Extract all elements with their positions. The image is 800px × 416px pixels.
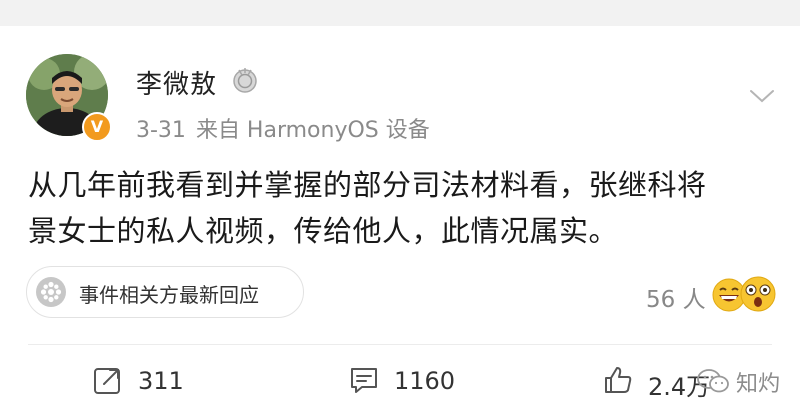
reaction-people-count[interactable]: 56 人 — [646, 280, 706, 314]
post-text-line: 景女士的私人视频，传给他人，此情况属实。 — [28, 214, 619, 248]
post-source[interactable]: 来自 HarmonyOS 设备 — [196, 118, 430, 143]
post-text-line: 从几年前我看到并掌握的部分司法材料看，张继科将 — [28, 168, 707, 202]
shocked-emoji-icon[interactable] — [740, 276, 776, 312]
watermark-text: 知灼 — [736, 372, 781, 397]
chevron-down-icon[interactable] — [748, 86, 776, 106]
weibo-post-card: V 李微敖 3-31 来自 HarmonyOS 设备 从几年前我看到并掌握的部分司… — [0, 26, 800, 416]
author-name[interactable]: 李微敖 — [136, 64, 217, 101]
comment-count: 1160 — [394, 367, 456, 395]
divider — [28, 344, 772, 345]
repost-icon — [94, 368, 120, 394]
silver-medal-icon[interactable] — [232, 66, 258, 94]
event-topic-button[interactable]: 事件相关方最新回应 — [26, 266, 304, 318]
event-icon — [36, 277, 66, 307]
post-date: 3-31 — [136, 118, 186, 143]
repost-count: 311 — [138, 367, 184, 395]
comment-icon — [351, 368, 377, 393]
thumbs-up-icon — [605, 367, 632, 393]
wechat-icon — [697, 369, 729, 393]
verified-v-icon: V — [82, 112, 112, 142]
post-text: 从几年前我看到并掌握的部分司法材料看，张继科将 景女士的私人视频，传给他人，此情… — [28, 162, 768, 254]
post-meta: 3-31 来自 HarmonyOS 设备 — [136, 112, 430, 144]
event-topic-label: 事件相关方最新回应 — [79, 283, 259, 307]
